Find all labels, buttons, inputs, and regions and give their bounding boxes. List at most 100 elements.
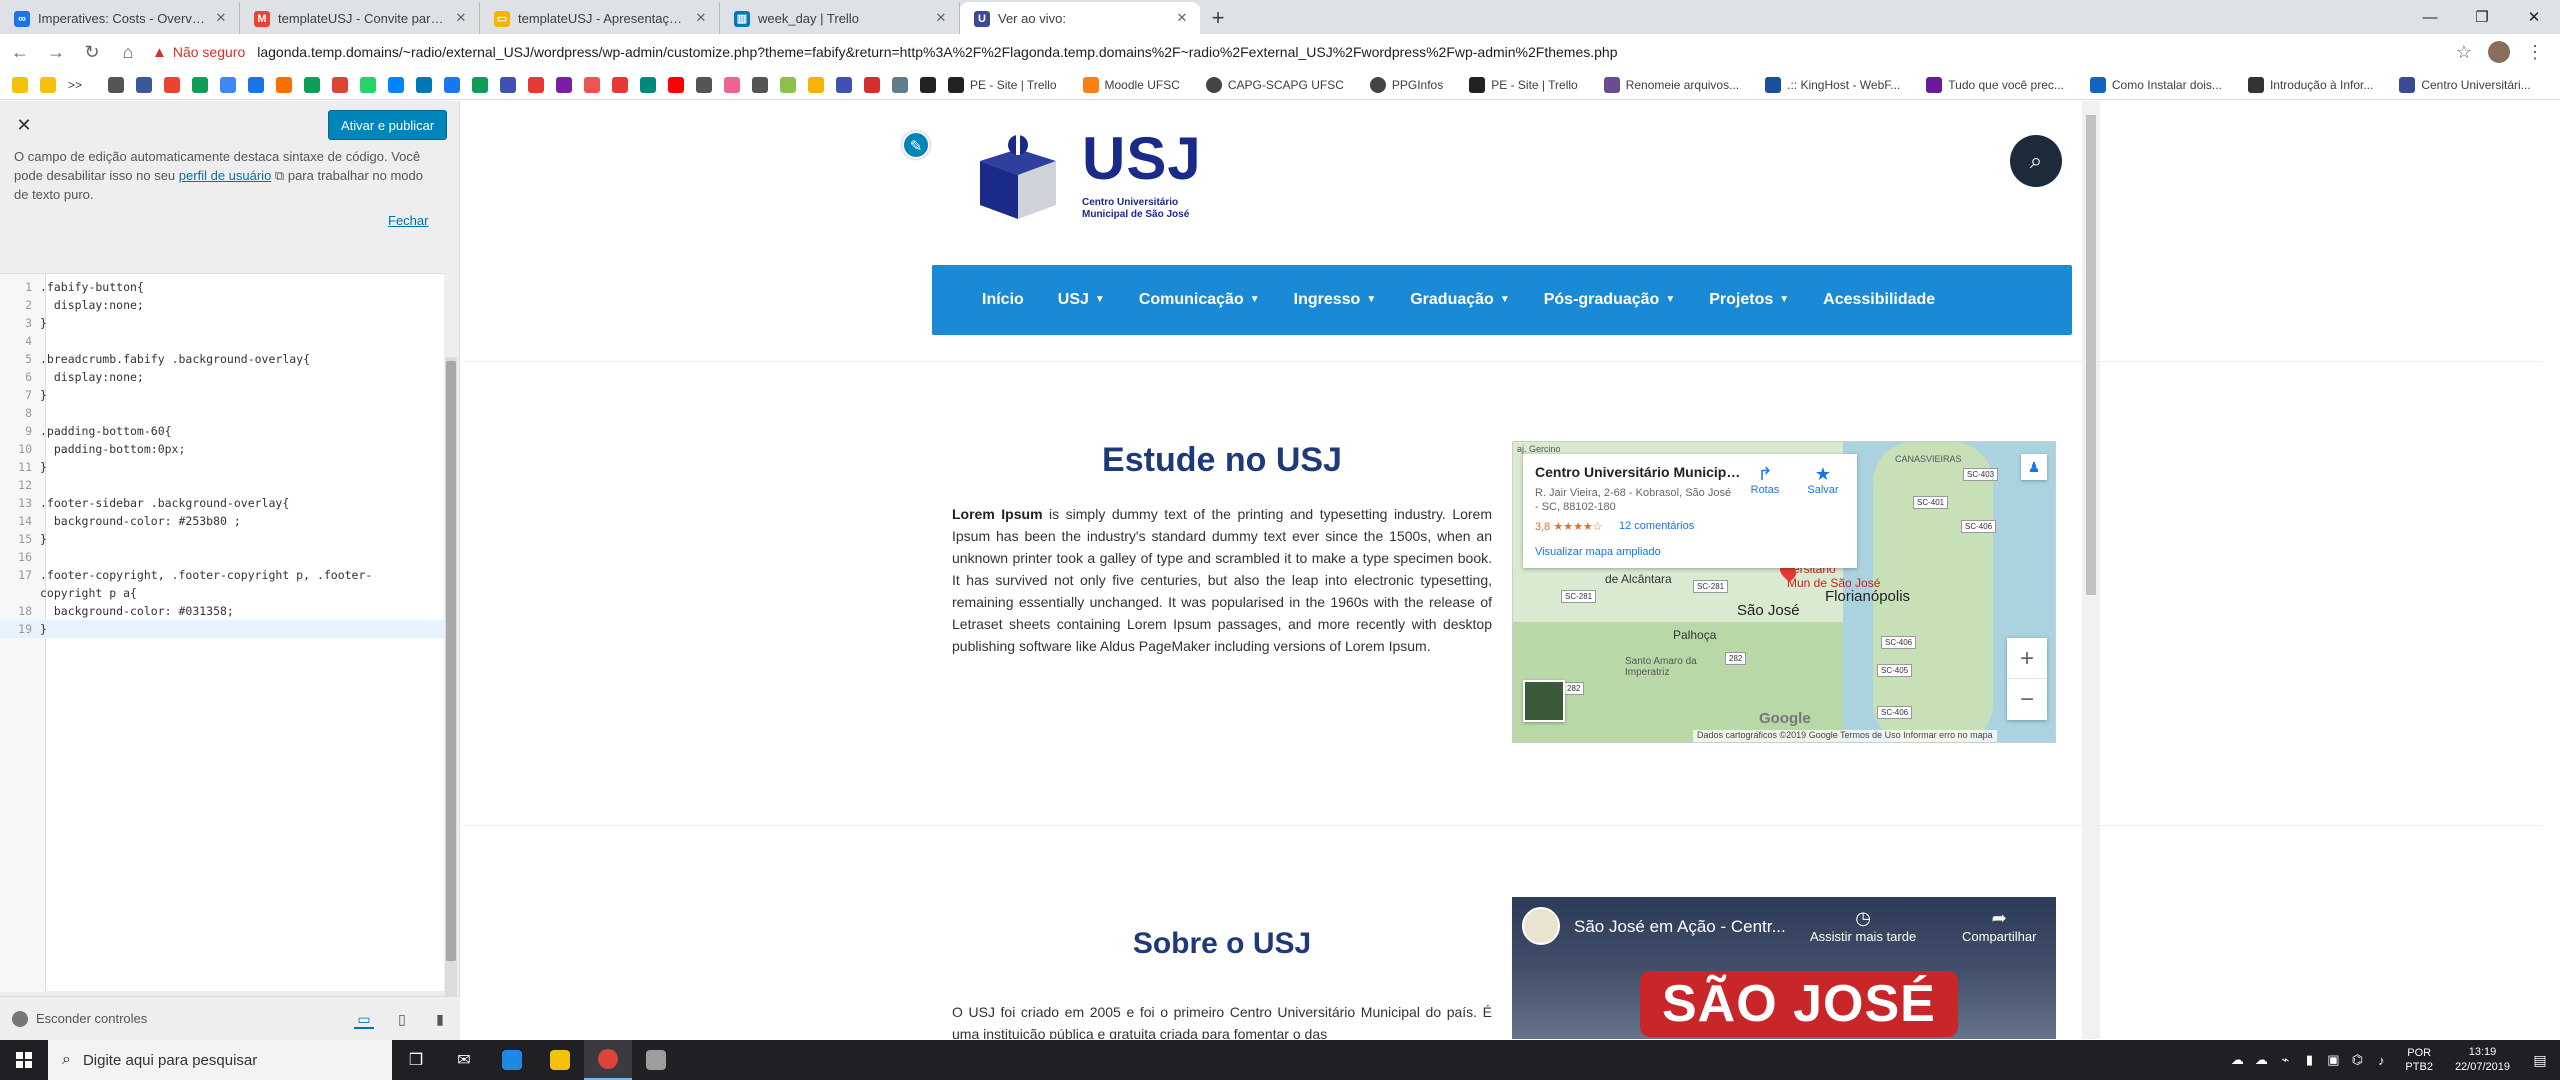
bookmark-icon[interactable] — [108, 76, 125, 93]
app-icon[interactable] — [632, 1040, 680, 1080]
browser-tab[interactable]: ∞ Imperatives: Costs - Overview of... ✕ — [0, 2, 240, 34]
bookmark-icon[interactable] — [752, 76, 769, 93]
clock[interactable]: 13:19 22/07/2019 — [2455, 1045, 2510, 1075]
css-code-editor[interactable]: 1 .fabify-button{ 2 display:none; 3} 4 5.… — [0, 273, 444, 992]
forward-icon[interactable]: → — [40, 36, 72, 68]
close-window-icon[interactable]: ✕ — [2508, 0, 2560, 34]
save-place-button[interactable]: ★ Salvar — [1795, 464, 1851, 496]
reload-icon[interactable]: ↻ — [76, 36, 108, 68]
network-icon[interactable]: ⌬ — [2345, 1052, 2369, 1068]
nav-item-ingresso[interactable]: Ingresso ▼ — [1294, 291, 1377, 309]
apps-folder-icon[interactable] — [12, 76, 28, 93]
bookmark-icon[interactable] — [528, 76, 545, 93]
facebook-icon[interactable] — [444, 76, 461, 93]
bookmark-icon[interactable] — [500, 76, 517, 93]
home-icon[interactable]: ⌂ — [112, 36, 144, 68]
bookmark-item[interactable]: .:: KingHost - WebF... — [1765, 76, 1900, 93]
bookmark-icon[interactable] — [276, 76, 293, 93]
code-line[interactable]: 14 background-color: #253b80 ; — [0, 512, 444, 530]
directions-button[interactable]: ↱ Rotas — [1737, 464, 1793, 496]
code-line[interactable]: 9 .padding-bottom-60{ — [0, 422, 444, 440]
start-button[interactable] — [0, 1040, 48, 1080]
bookmark-icon[interactable] — [556, 76, 573, 93]
nav-item-pos-graduacao[interactable]: Pós-graduação ▼ — [1544, 291, 1676, 309]
code-line[interactable]: 15} — [0, 530, 444, 548]
mail-icon[interactable]: ✉ — [440, 1040, 488, 1080]
bookmark-item[interactable]: Como Instalar dois... — [2089, 76, 2222, 93]
minimize-icon[interactable]: — — [2404, 0, 2456, 34]
back-icon[interactable]: ← — [4, 36, 36, 68]
edit-shortcut-pencil-icon[interactable]: ✎ — [902, 131, 930, 159]
address-bar[interactable]: ▲ Não seguro lagonda.temp.domains/~radio… — [152, 38, 2456, 66]
browser-tab-active[interactable]: U Ver ao vivo: ✕ — [960, 2, 1200, 34]
bookmark-icon[interactable] — [892, 76, 909, 93]
app-tray-icon[interactable]: ▣ — [2321, 1052, 2345, 1068]
bookmark-icon[interactable] — [864, 76, 881, 93]
close-tab-icon[interactable]: ✕ — [693, 10, 709, 26]
bookmark-icon[interactable] — [780, 76, 797, 93]
sheets-icon[interactable] — [304, 76, 321, 93]
bookmark-item[interactable]: PE - Site | Trello — [948, 76, 1057, 93]
code-line[interactable]: copyright p a{ — [0, 584, 444, 602]
code-line[interactable]: 3} — [0, 314, 444, 332]
bookmark-icon[interactable] — [136, 76, 153, 93]
bookmark-icon[interactable] — [920, 76, 937, 93]
more-bookmarks-chevron[interactable]: >> — [68, 78, 82, 92]
mobile-preview-icon[interactable]: ▮ — [430, 1009, 450, 1029]
code-line[interactable]: 10 padding-bottom:0px; — [0, 440, 444, 458]
watch-later-button[interactable]: ◷ Assistir mais tarde — [1810, 907, 1916, 944]
bookmark-icon[interactable] — [164, 76, 181, 93]
close-notice-link[interactable]: Fechar — [388, 213, 428, 228]
task-view-icon[interactable]: ❒ — [392, 1040, 440, 1080]
google-map-embed[interactable]: aj. Gercino CANASVIEIRAS SC-403 SC-401 S… — [1512, 441, 2056, 743]
bookmark-item[interactable]: Centro Universitári... — [2399, 76, 2531, 93]
security-label[interactable]: Não seguro — [173, 44, 245, 60]
preview-scrollbar[interactable] — [2082, 101, 2100, 1039]
tablet-preview-icon[interactable]: ▯ — [392, 1009, 412, 1029]
code-line[interactable]: 16 — [0, 548, 444, 566]
battery-icon[interactable]: ▮ — [2297, 1052, 2321, 1068]
volume-icon[interactable]: ♪ — [2369, 1053, 2393, 1068]
usb-icon[interactable]: ⌁ — [2273, 1052, 2297, 1068]
channel-avatar[interactable] — [1522, 907, 1560, 945]
close-tab-icon[interactable]: ✕ — [1174, 10, 1190, 26]
youtube-icon[interactable] — [668, 76, 685, 93]
zoom-out-button[interactable]: − — [2007, 679, 2047, 720]
file-explorer-icon[interactable] — [536, 1040, 584, 1080]
code-line[interactable]: 12 — [0, 476, 444, 494]
nav-item-inicio[interactable]: Início — [982, 291, 1024, 309]
map-attribution[interactable]: Dados cartográficos ©2019 Google Termos … — [1693, 730, 1997, 742]
bookmark-icon[interactable] — [640, 76, 657, 93]
bookmark-folder-icon[interactable] — [40, 76, 56, 93]
nav-item-usj[interactable]: USJ ▼ — [1058, 291, 1105, 309]
notifications-icon[interactable]: ▤ — [2520, 1052, 2560, 1069]
nav-item-graduacao[interactable]: Graduação ▼ — [1410, 291, 1510, 309]
code-line[interactable]: 8 — [0, 404, 444, 422]
customizer-scrollbar[interactable] — [445, 357, 457, 1037]
scrollbar-thumb[interactable] — [2086, 115, 2096, 595]
close-customizer-icon[interactable]: ✕ — [12, 113, 36, 137]
code-line[interactable]: 4 — [0, 332, 444, 350]
code-line[interactable]: 11} — [0, 458, 444, 476]
satellite-toggle[interactable] — [1523, 680, 1565, 722]
bookmark-icon[interactable] — [472, 76, 489, 93]
hide-controls-button[interactable]: Esconder controles — [12, 1010, 147, 1027]
messenger-icon[interactable] — [388, 76, 405, 93]
larger-map-link[interactable]: Visualizar mapa ampliado — [1535, 546, 1661, 558]
restore-icon[interactable]: ❐ — [2456, 0, 2508, 34]
code-line[interactable]: 7} — [0, 386, 444, 404]
nav-item-projetos[interactable]: Projetos ▼ — [1709, 291, 1789, 309]
bookmark-icon[interactable] — [808, 76, 825, 93]
bookmark-icon[interactable] — [836, 76, 853, 93]
edge-icon[interactable] — [488, 1040, 536, 1080]
profile-avatar[interactable] — [2488, 41, 2510, 63]
site-logo[interactable]: USJ Centro Universitário Municipal de Sã… — [970, 121, 1201, 231]
code-line[interactable]: 5 .breadcrumb.fabify .background-overlay{ — [0, 350, 444, 368]
browser-tab[interactable]: M templateUSJ - Convite para edita... ✕ — [240, 2, 480, 34]
code-line-active[interactable]: 19} — [0, 620, 444, 638]
browser-tab[interactable]: ▥ week_day | Trello ✕ — [720, 2, 960, 34]
bookmark-icon[interactable] — [584, 76, 601, 93]
bookmark-item[interactable]: Tudo que você prec... — [1926, 76, 2064, 93]
bookmark-star-icon[interactable]: ☆ — [2456, 42, 2472, 63]
scrollbar-thumb[interactable] — [446, 361, 456, 961]
